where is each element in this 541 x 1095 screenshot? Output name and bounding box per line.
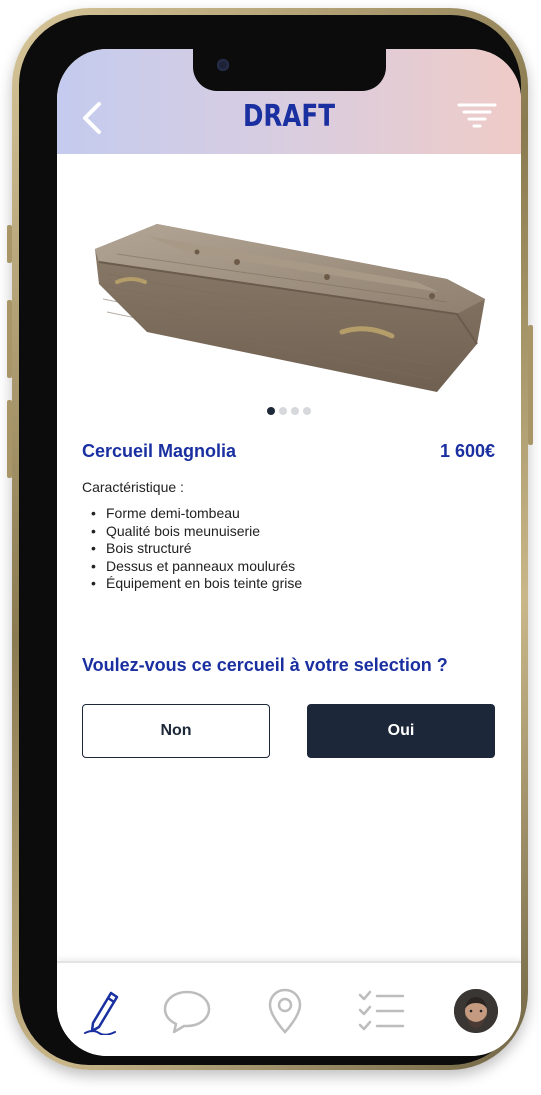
feature-item: Qualité bois meunuiserie [82, 523, 302, 541]
nav-item-checklist[interactable] [355, 985, 407, 1037]
pen-icon [84, 991, 119, 1035]
no-button[interactable]: Non [82, 704, 270, 758]
carousel-dot[interactable] [279, 407, 287, 415]
feature-item: Dessus et panneaux moulurés [82, 558, 302, 576]
feature-item: Bois structuré [82, 540, 302, 558]
features-label: Caractéristique : [82, 479, 184, 495]
selection-question: Voulez-vous ce cercueil à votre selectio… [82, 655, 448, 675]
yes-button[interactable]: Oui [307, 704, 495, 758]
product-price: 1 600€ [439, 441, 495, 461]
product-name: Cercueil Magnolia [82, 441, 237, 461]
nav-item-profile[interactable] [450, 985, 502, 1037]
carousel-dots [267, 407, 311, 415]
volume-up-button [7, 300, 12, 378]
avatar [454, 989, 498, 1033]
carousel-dot[interactable] [303, 407, 311, 415]
location-pin-icon [268, 988, 302, 1034]
chat-bubble-icon [163, 990, 211, 1034]
checklist-icon [358, 990, 405, 1031]
phone-bezel: DRAFT Cercueil Magnolia 1 600€ Caractéri… [19, 15, 521, 1065]
feature-item: Équipement en bois teinte grise [82, 575, 302, 593]
bottom-nav [57, 961, 521, 1056]
feature-item: Forme demi-tombeau [82, 505, 302, 523]
mute-switch [7, 225, 12, 263]
carousel-dot[interactable] [267, 407, 275, 415]
nav-item-draft[interactable] [77, 985, 129, 1037]
notch [193, 49, 386, 91]
front-camera [217, 59, 229, 71]
page-title: DRAFT [243, 99, 335, 134]
power-button [528, 325, 533, 445]
coffin-image [95, 224, 485, 392]
nav-item-messages[interactable] [161, 985, 213, 1037]
features-list: Forme demi-tombeau Qualité bois meunuise… [82, 505, 302, 593]
avatar-icon [454, 989, 498, 1033]
filter-icon[interactable] [457, 101, 497, 131]
nav-item-location[interactable] [259, 985, 311, 1037]
carousel-dot[interactable] [291, 407, 299, 415]
screen: DRAFT Cercueil Magnolia 1 600€ Caractéri… [57, 49, 521, 1056]
volume-down-button [7, 400, 12, 478]
